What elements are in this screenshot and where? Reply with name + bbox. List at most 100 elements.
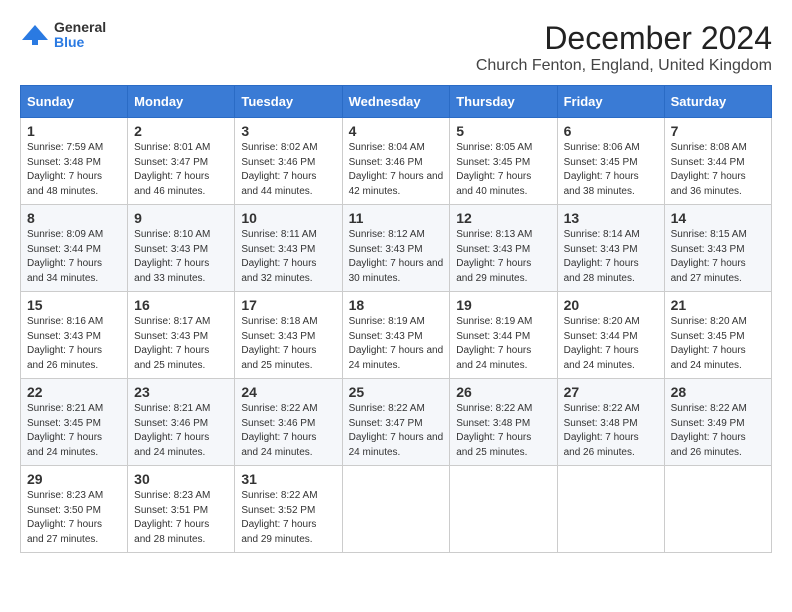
day-info: Sunrise: 8:13 AM Sunset: 3:43 PM Dayligh… [456,228,550,286]
day-number: 24 [241,384,335,400]
day-info: Sunrise: 8:21 AM Sunset: 3:45 PM Dayligh… [27,402,121,460]
calendar-day-cell [342,466,450,553]
calendar-day-cell: 31 Sunrise: 8:22 AM Sunset: 3:52 PM Dayl… [235,466,342,553]
calendar-day-cell [664,466,771,553]
calendar-day-cell: 16 Sunrise: 8:17 AM Sunset: 3:43 PM Dayl… [128,292,235,379]
day-number: 27 [564,384,658,400]
header-friday: Friday [557,86,664,118]
calendar-day-cell: 4 Sunrise: 8:04 AM Sunset: 3:46 PM Dayli… [342,118,450,205]
day-number: 19 [456,297,550,313]
day-info: Sunrise: 8:20 AM Sunset: 3:44 PM Dayligh… [564,315,658,373]
day-number: 29 [27,471,121,487]
calendar-week-1: 1 Sunrise: 7:59 AM Sunset: 3:48 PM Dayli… [21,118,772,205]
header-sunday: Sunday [21,86,128,118]
logo-general: General [54,20,106,35]
calendar-day-cell: 26 Sunrise: 8:22 AM Sunset: 3:48 PM Dayl… [450,379,557,466]
header-monday: Monday [128,86,235,118]
logo-text: General Blue [54,20,106,51]
day-info: Sunrise: 8:22 AM Sunset: 3:48 PM Dayligh… [456,402,550,460]
calendar-day-cell: 12 Sunrise: 8:13 AM Sunset: 3:43 PM Dayl… [450,205,557,292]
day-number: 17 [241,297,335,313]
day-number: 12 [456,210,550,226]
calendar-day-cell: 22 Sunrise: 8:21 AM Sunset: 3:45 PM Dayl… [21,379,128,466]
day-number: 16 [134,297,228,313]
day-number: 14 [671,210,765,226]
calendar-table: Sunday Monday Tuesday Wednesday Thursday… [20,85,772,553]
title-area: December 2024 Church Fenton, England, Un… [476,20,772,75]
day-number: 18 [349,297,444,313]
day-number: 25 [349,384,444,400]
day-info: Sunrise: 8:20 AM Sunset: 3:45 PM Dayligh… [671,315,765,373]
day-info: Sunrise: 8:09 AM Sunset: 3:44 PM Dayligh… [27,228,121,286]
day-info: Sunrise: 8:06 AM Sunset: 3:45 PM Dayligh… [564,141,658,199]
calendar-day-cell: 15 Sunrise: 8:16 AM Sunset: 3:43 PM Dayl… [21,292,128,379]
calendar-week-5: 29 Sunrise: 8:23 AM Sunset: 3:50 PM Dayl… [21,466,772,553]
day-number: 30 [134,471,228,487]
calendar-day-cell: 20 Sunrise: 8:20 AM Sunset: 3:44 PM Dayl… [557,292,664,379]
day-info: Sunrise: 8:22 AM Sunset: 3:49 PM Dayligh… [671,402,765,460]
calendar-day-cell: 14 Sunrise: 8:15 AM Sunset: 3:43 PM Dayl… [664,205,771,292]
calendar-day-cell: 30 Sunrise: 8:23 AM Sunset: 3:51 PM Dayl… [128,466,235,553]
day-number: 2 [134,123,228,139]
day-info: Sunrise: 8:16 AM Sunset: 3:43 PM Dayligh… [27,315,121,373]
calendar-day-cell: 5 Sunrise: 8:05 AM Sunset: 3:45 PM Dayli… [450,118,557,205]
logo-icon [20,20,50,50]
calendar-header-row: Sunday Monday Tuesday Wednesday Thursday… [21,86,772,118]
calendar-day-cell: 17 Sunrise: 8:18 AM Sunset: 3:43 PM Dayl… [235,292,342,379]
day-number: 11 [349,210,444,226]
calendar-day-cell: 11 Sunrise: 8:12 AM Sunset: 3:43 PM Dayl… [342,205,450,292]
calendar-day-cell: 24 Sunrise: 8:22 AM Sunset: 3:46 PM Dayl… [235,379,342,466]
day-info: Sunrise: 8:22 AM Sunset: 3:46 PM Dayligh… [241,402,335,460]
calendar-day-cell [450,466,557,553]
calendar-day-cell: 23 Sunrise: 8:21 AM Sunset: 3:46 PM Dayl… [128,379,235,466]
day-info: Sunrise: 8:22 AM Sunset: 3:52 PM Dayligh… [241,489,335,547]
day-number: 5 [456,123,550,139]
calendar-day-cell: 9 Sunrise: 8:10 AM Sunset: 3:43 PM Dayli… [128,205,235,292]
day-number: 8 [27,210,121,226]
main-title: December 2024 [476,20,772,57]
day-info: Sunrise: 8:19 AM Sunset: 3:44 PM Dayligh… [456,315,550,373]
day-number: 31 [241,471,335,487]
calendar-day-cell: 3 Sunrise: 8:02 AM Sunset: 3:46 PM Dayli… [235,118,342,205]
day-number: 10 [241,210,335,226]
day-info: Sunrise: 8:12 AM Sunset: 3:43 PM Dayligh… [349,228,444,286]
day-number: 26 [456,384,550,400]
day-number: 3 [241,123,335,139]
calendar-day-cell: 2 Sunrise: 8:01 AM Sunset: 3:47 PM Dayli… [128,118,235,205]
day-number: 15 [27,297,121,313]
header-wednesday: Wednesday [342,86,450,118]
day-info: Sunrise: 8:23 AM Sunset: 3:50 PM Dayligh… [27,489,121,547]
day-info: Sunrise: 8:21 AM Sunset: 3:46 PM Dayligh… [134,402,228,460]
day-number: 7 [671,123,765,139]
calendar-day-cell [557,466,664,553]
day-number: 22 [27,384,121,400]
day-number: 1 [27,123,121,139]
day-info: Sunrise: 8:14 AM Sunset: 3:43 PM Dayligh… [564,228,658,286]
calendar-day-cell: 18 Sunrise: 8:19 AM Sunset: 3:43 PM Dayl… [342,292,450,379]
calendar-day-cell: 28 Sunrise: 8:22 AM Sunset: 3:49 PM Dayl… [664,379,771,466]
calendar-day-cell: 1 Sunrise: 7:59 AM Sunset: 3:48 PM Dayli… [21,118,128,205]
day-number: 28 [671,384,765,400]
day-info: Sunrise: 8:01 AM Sunset: 3:47 PM Dayligh… [134,141,228,199]
calendar-day-cell: 29 Sunrise: 8:23 AM Sunset: 3:50 PM Dayl… [21,466,128,553]
day-info: Sunrise: 8:22 AM Sunset: 3:48 PM Dayligh… [564,402,658,460]
calendar-week-2: 8 Sunrise: 8:09 AM Sunset: 3:44 PM Dayli… [21,205,772,292]
day-info: Sunrise: 8:10 AM Sunset: 3:43 PM Dayligh… [134,228,228,286]
calendar-day-cell: 6 Sunrise: 8:06 AM Sunset: 3:45 PM Dayli… [557,118,664,205]
day-info: Sunrise: 8:22 AM Sunset: 3:47 PM Dayligh… [349,402,444,460]
day-number: 20 [564,297,658,313]
calendar-day-cell: 21 Sunrise: 8:20 AM Sunset: 3:45 PM Dayl… [664,292,771,379]
calendar-day-cell: 8 Sunrise: 8:09 AM Sunset: 3:44 PM Dayli… [21,205,128,292]
calendar-day-cell: 19 Sunrise: 8:19 AM Sunset: 3:44 PM Dayl… [450,292,557,379]
day-info: Sunrise: 8:17 AM Sunset: 3:43 PM Dayligh… [134,315,228,373]
subtitle: Church Fenton, England, United Kingdom [476,57,772,75]
calendar-day-cell: 13 Sunrise: 8:14 AM Sunset: 3:43 PM Dayl… [557,205,664,292]
header-thursday: Thursday [450,86,557,118]
header-tuesday: Tuesday [235,86,342,118]
day-number: 23 [134,384,228,400]
day-number: 21 [671,297,765,313]
calendar-day-cell: 27 Sunrise: 8:22 AM Sunset: 3:48 PM Dayl… [557,379,664,466]
day-info: Sunrise: 8:11 AM Sunset: 3:43 PM Dayligh… [241,228,335,286]
day-info: Sunrise: 8:23 AM Sunset: 3:51 PM Dayligh… [134,489,228,547]
day-number: 6 [564,123,658,139]
